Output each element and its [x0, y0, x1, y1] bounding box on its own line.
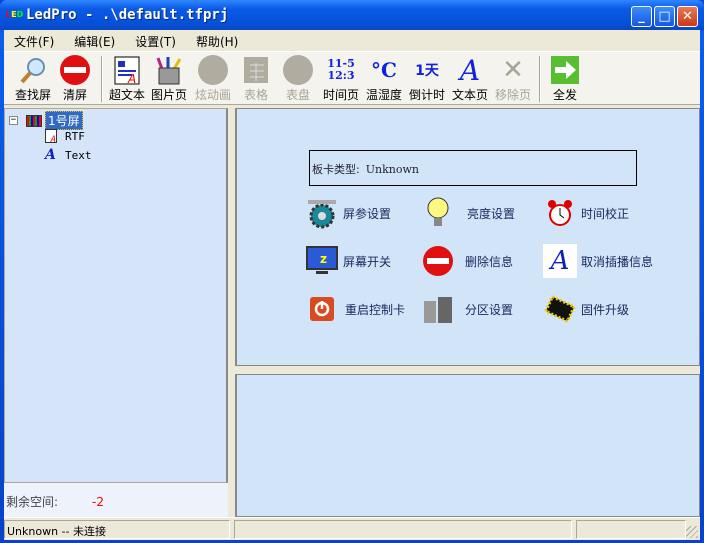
text-a-icon: A [459, 53, 481, 87]
screen-switch-button[interactable]: z 屏幕开关 [305, 244, 391, 278]
power-icon [305, 292, 339, 326]
tree-node-rtf[interactable]: A RTF [45, 129, 85, 145]
maximize-button[interactable]: □ [654, 6, 675, 27]
menu-edit[interactable]: 编辑(E) [68, 30, 121, 50]
animation-icon [192, 54, 234, 86]
menu-settings[interactable]: 设置(T) [129, 30, 182, 50]
remaining-space-value: -2 [92, 495, 105, 509]
lightbulb-icon [421, 196, 455, 230]
brightness-button[interactable]: 亮度设置 [421, 196, 515, 230]
remaining-space-label: 剩余空间: [6, 495, 59, 509]
minimize-button[interactable]: _ [631, 6, 652, 27]
animation-button[interactable]: 炫动画 [192, 54, 234, 104]
clock-dial-icon [277, 54, 319, 86]
send-all-button[interactable]: 全发 [544, 54, 586, 104]
remove-x-icon: ✕ [502, 55, 524, 85]
no-entry-icon [54, 54, 96, 86]
firmware-upgrade-button[interactable]: 固件升级 [543, 292, 629, 326]
status-pane [576, 520, 686, 539]
card-panel: 板卡类型: Unknown 屏参设置 亮度设置 时间校正 z 屏幕开关 删除信息 A… [235, 108, 700, 366]
connection-status: Unknown -- 未连接 [4, 520, 230, 539]
tree-node-text[interactable]: A Text [45, 147, 92, 163]
info-panel [235, 374, 700, 517]
title-bar: LED LedPro - .\default.tfprj _ □ ✕ [0, 0, 704, 30]
time-page-button[interactable]: 11-5 12:3 时间页 [320, 54, 362, 104]
cancel-insert-button[interactable]: A 取消插播信息 [543, 244, 653, 278]
card-type-box: 板卡类型: Unknown [309, 150, 637, 186]
monitor-sleep-icon: z [305, 244, 339, 278]
pencil-cup-icon [148, 54, 190, 86]
card-type-value: Unknown [365, 163, 419, 176]
tree-node-screen[interactable]: − 1号屏 [9, 111, 83, 130]
status-bar: Unknown -- 未连接 [4, 517, 700, 540]
status-pane [234, 520, 572, 539]
resize-grip[interactable] [686, 526, 698, 538]
celsius-icon: °C [371, 58, 397, 82]
chip-icon [543, 292, 577, 326]
screen-tree: − 1号屏 A RTF A Text [4, 108, 228, 483]
menu-bar: 文件(F) 编辑(E) 设置(T) 帮助(H) [4, 30, 700, 50]
close-button[interactable]: ✕ [677, 6, 698, 27]
app-window: LED LedPro - .\default.tfprj _ □ ✕ 文件(F)… [0, 0, 704, 543]
rtf-icon: A [45, 129, 57, 145]
menu-file[interactable]: 文件(F) [8, 30, 60, 50]
svg-text:z: z [320, 252, 327, 266]
clear-screen-button[interactable]: 清屏 [54, 54, 96, 104]
table-icon [235, 54, 277, 86]
toolbar: 查找屏 清屏 A 超文本 图片页 炫动画 表格 表盘 11-5 12:3 时间页 °… [4, 51, 700, 105]
countdown-button[interactable]: 1天 倒计时 [406, 54, 448, 104]
alarm-clock-icon [543, 196, 577, 230]
menu-help[interactable]: 帮助(H) [190, 30, 244, 50]
delete-info-button[interactable]: 删除信息 [421, 244, 513, 278]
svg-text:A: A [127, 72, 136, 85]
card-type-label: 板卡类型: [312, 163, 360, 176]
window-title: LedPro - .\default.tfprj [26, 7, 229, 23]
screen-params-button[interactable]: 屏参设置 [305, 196, 391, 230]
partition-settings-button[interactable]: 分区设置 [421, 292, 513, 326]
clock-dial-button[interactable]: 表盘 [277, 54, 319, 104]
temperature-humidity-button[interactable]: °C 温湿度 [363, 54, 405, 104]
remaining-space: 剩余空间: -2 [4, 483, 228, 517]
collapse-icon[interactable]: − [9, 116, 18, 125]
countdown-icon: 1天 [415, 63, 439, 79]
rtf-document-icon: A [106, 54, 148, 86]
time-icon: 11-5 12:3 [327, 57, 355, 82]
no-entry-icon [421, 244, 455, 278]
app-icon: LED [6, 10, 24, 19]
send-arrow-icon [544, 54, 586, 86]
text-a-icon: A [45, 147, 56, 163]
time-correction-button[interactable]: 时间校正 [543, 196, 629, 230]
picture-page-button[interactable]: 图片页 [148, 54, 190, 104]
gear-wrench-icon [305, 196, 339, 230]
text-page-button[interactable]: A 文本页 [449, 54, 491, 104]
screen-icon [26, 114, 42, 127]
remove-page-button[interactable]: ✕ 移除页 [492, 54, 534, 104]
restart-card-button[interactable]: 重启控制卡 [305, 292, 405, 326]
magnifier-icon [12, 54, 54, 86]
text-a-icon: A [543, 244, 577, 278]
partition-icon [421, 292, 455, 326]
